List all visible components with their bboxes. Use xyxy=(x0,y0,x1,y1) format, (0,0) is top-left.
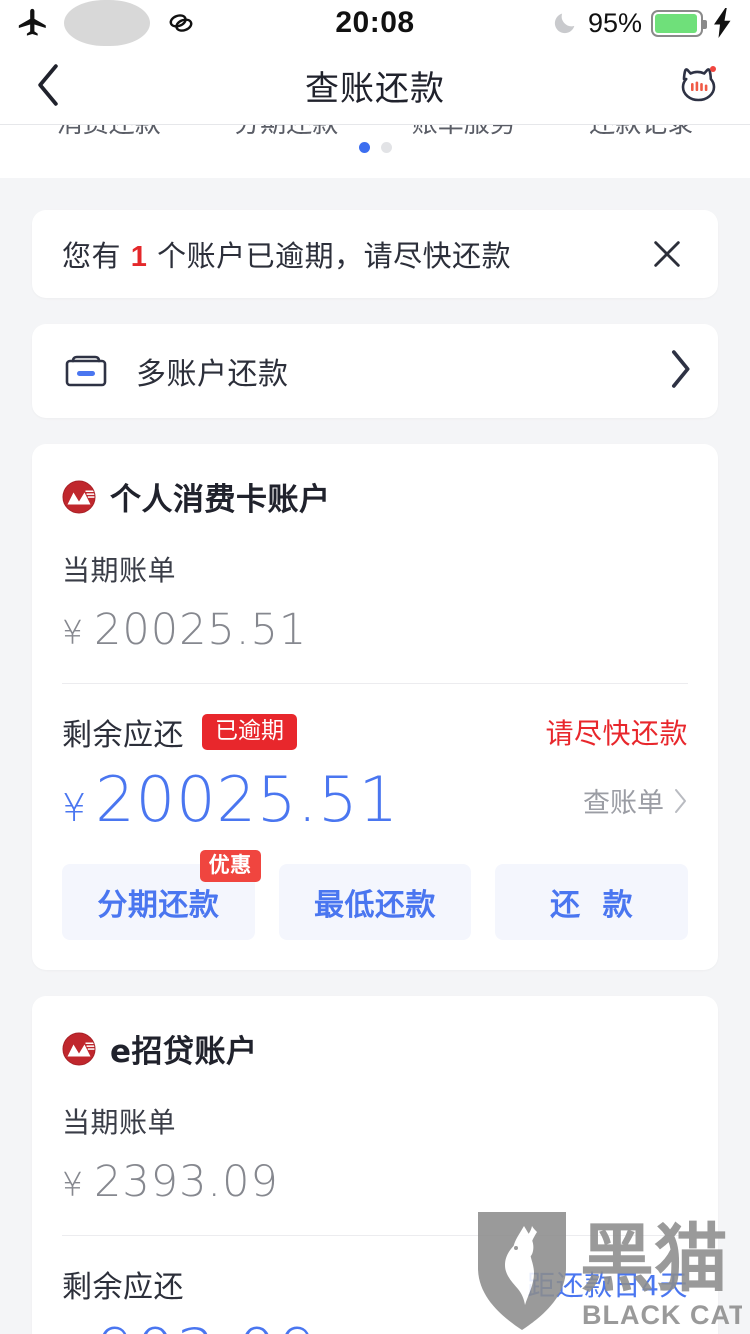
account-header: e招贷账户 xyxy=(62,1020,688,1075)
notification-dot-icon xyxy=(710,66,716,72)
overdue-alert-banner: 您有 1 个账户已逾期，请尽快还款 xyxy=(32,210,718,298)
account-name: 个人消费卡账户 xyxy=(110,482,331,518)
remaining-row: 剩余应还 已逾期 请尽快还款 xyxy=(62,710,688,754)
current-bill-label: 当期账单 xyxy=(62,1106,177,1140)
overdue-alert-text: 您有 1 个账户已逾期，请尽快还款 xyxy=(62,233,511,275)
currency-symbol: ¥ xyxy=(62,786,88,830)
remaining-amount-value: 20025.51 xyxy=(95,763,400,836)
main-content: 您有 1 个账户已逾期，请尽快还款 多账户还款 个人消费卡账户 当期账单 ¥ 2… xyxy=(0,178,750,1334)
close-icon xyxy=(654,241,680,267)
status-note: 距还款日4天 xyxy=(527,1269,688,1303)
page-title: 查账还款 xyxy=(305,68,445,109)
remaining-amount-value: 903.09 xyxy=(95,1315,318,1334)
pagination-dot-1[interactable] xyxy=(380,142,392,153)
remaining-label: 剩余应还 xyxy=(62,1270,184,1306)
overdue-alert-prefix: 您有 xyxy=(62,239,131,273)
card-stack-icon xyxy=(65,355,107,387)
multi-account-label: 多账户还款 xyxy=(136,357,289,392)
cat-assistant-button[interactable] xyxy=(672,59,724,111)
current-bill-value: 2393.09 xyxy=(94,1157,279,1208)
current-bill-label: 当期账单 xyxy=(62,554,177,587)
alert-close-button[interactable] xyxy=(644,231,690,277)
app-screen: 20:08 95% 查账还款 消费还款 分期还款 账单服务 还款记录 您有 1 … xyxy=(0,0,750,1334)
account-name: e招贷账户 xyxy=(110,1034,258,1071)
remaining-row: 剩余应还 距还款日4天 xyxy=(62,1262,688,1306)
pagination-dots xyxy=(0,142,750,153)
card-divider xyxy=(62,683,688,684)
remaining-amount-row: ¥903.09 查账单 xyxy=(62,1318,688,1334)
account-header: 个人消费卡账户 xyxy=(62,468,688,523)
account-action-buttons: 分期还款 优惠 最低还款 还款 xyxy=(62,850,689,970)
minimum-repay-button[interactable]: 最低还款 xyxy=(278,864,472,941)
remaining-amount: ¥903.09 xyxy=(62,1318,318,1334)
nav-bar: 查账还款 xyxy=(0,46,750,124)
multi-account-chevron xyxy=(668,349,692,394)
tab-strip-items: 消费还款 分期还款 账单服务 还款记录 xyxy=(0,125,750,140)
overdue-alert-count: 1 xyxy=(130,241,148,273)
installment-repay-button[interactable]: 分期还款 优惠 xyxy=(62,850,261,941)
remaining-amount-row: ¥20025.51 查账单 xyxy=(62,763,688,836)
overdue-alert-suffix: 个账户已逾期，请尽快还款 xyxy=(147,239,512,273)
currency-symbol: ¥ xyxy=(62,1165,84,1205)
current-bill-amount: ¥2393.09 xyxy=(62,1157,688,1207)
pagination-dot-0[interactable] xyxy=(358,142,370,153)
status-bar-time: 20:08 xyxy=(335,6,415,39)
repay-button[interactable]: 还款 xyxy=(495,864,689,941)
current-bill-value: 20025.51 xyxy=(94,605,308,655)
status-bar: 20:08 95% xyxy=(0,0,750,46)
tab-item-3[interactable]: 还款记录 xyxy=(589,125,693,140)
promo-badge: 优惠 xyxy=(199,850,261,883)
account-card-ezhaodai: e招贷账户 当期账单 ¥2393.09 剩余应还 距还款日4天 ¥903.09 … xyxy=(32,996,718,1334)
account-card-personal-consumer: 个人消费卡账户 当期账单 ¥20025.51 剩余应还 已逾期 请尽快还款 ¥2… xyxy=(32,444,718,971)
cmb-logo-icon xyxy=(62,1032,96,1066)
cmb-logo-icon xyxy=(62,480,96,513)
view-bill-label: 查账单 xyxy=(583,788,664,820)
minimum-repay-label: 最低还款 xyxy=(314,888,436,924)
battery-icon xyxy=(651,9,707,37)
card-divider xyxy=(62,1235,688,1237)
status-badge: 已逾期 xyxy=(202,714,297,750)
remaining-label: 剩余应还 xyxy=(62,718,184,753)
cat-head-icon xyxy=(681,66,716,102)
tab-item-1[interactable]: 分期还款 xyxy=(234,125,338,140)
tab-item-0[interactable]: 消费还款 xyxy=(57,125,161,140)
currency-symbol: ¥ xyxy=(62,613,84,652)
status-note: 请尽快还款 xyxy=(545,717,688,750)
tab-strip[interactable]: 消费还款 分期还款 账单服务 还款记录 xyxy=(0,124,750,178)
tab-item-2[interactable]: 账单服务 xyxy=(412,125,516,140)
remaining-amount: ¥20025.51 xyxy=(62,763,400,836)
current-bill-amount: ¥20025.51 xyxy=(62,605,688,655)
view-bill-link[interactable]: 查账单 xyxy=(583,781,688,834)
multi-account-repay-row[interactable]: 多账户还款 xyxy=(32,324,718,418)
repay-label: 还款 xyxy=(550,888,634,924)
chevron-right-icon xyxy=(675,788,686,813)
installment-repay-label: 分期还款 xyxy=(97,888,220,924)
chevron-right-icon xyxy=(672,349,690,388)
